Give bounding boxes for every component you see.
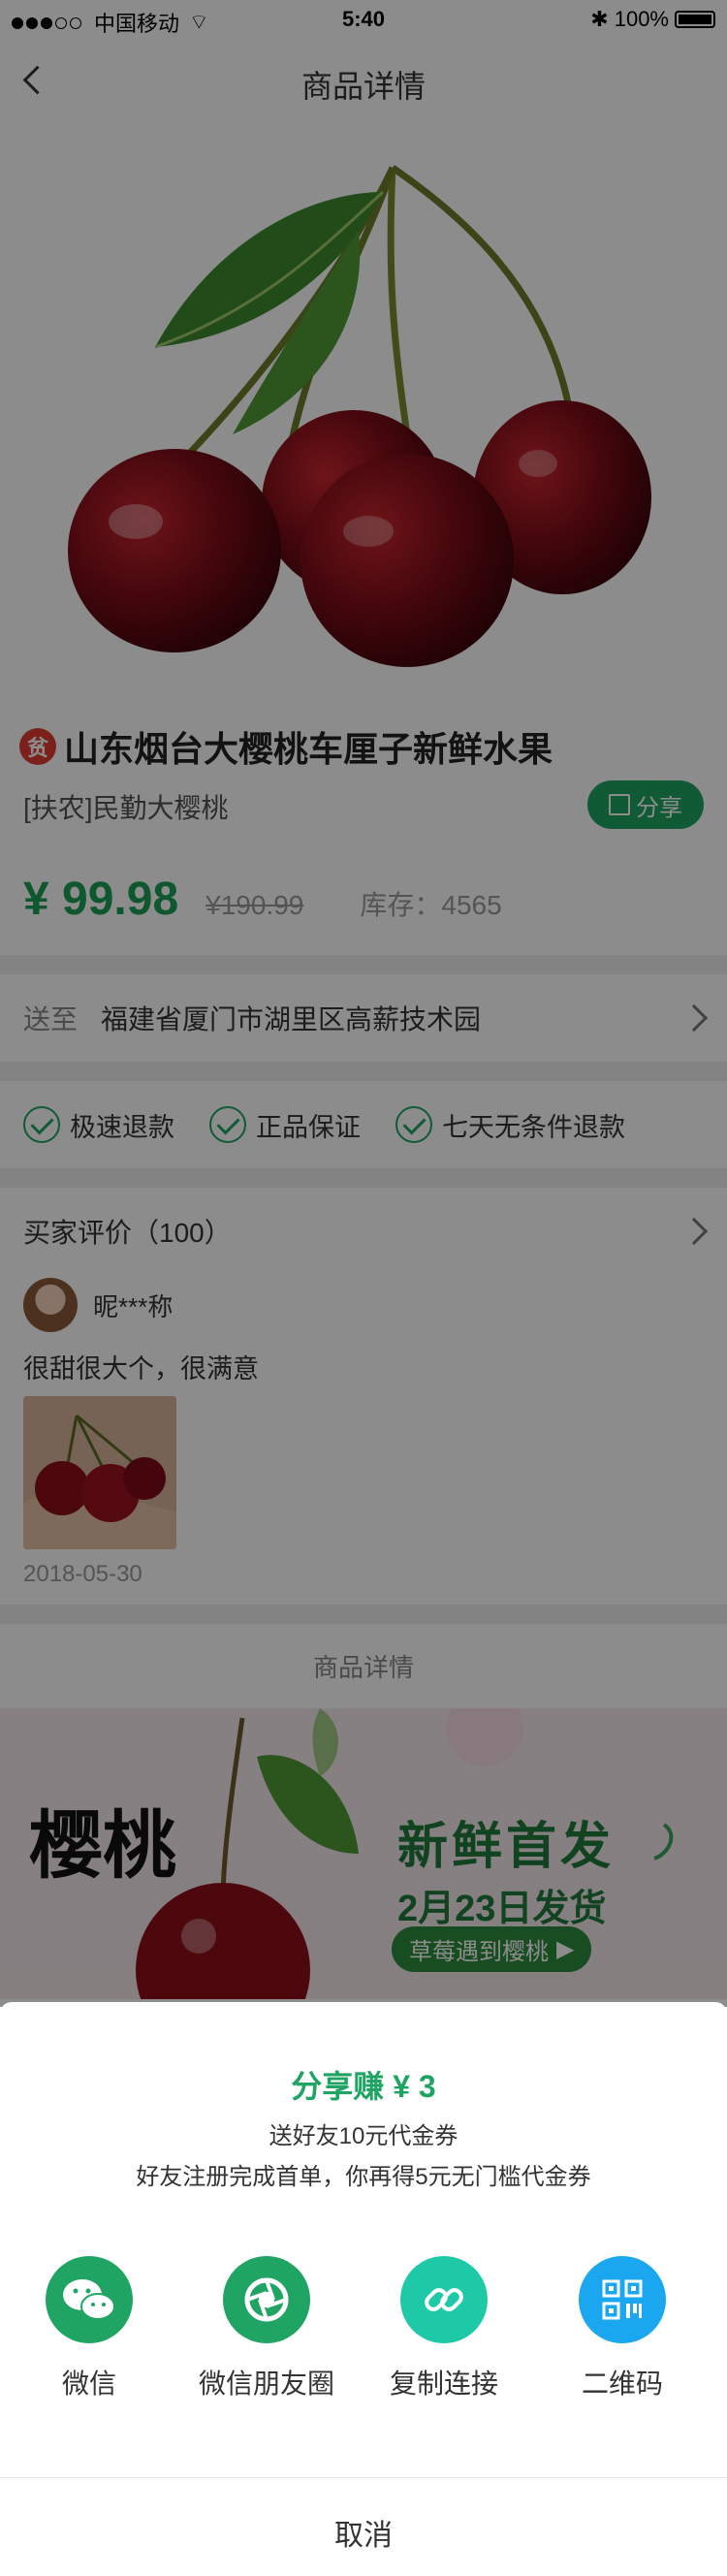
share-sheet-subtitle: 送好友10元代金券 [269, 2123, 458, 2149]
share-option-qrcode[interactable]: 二维码 [535, 2256, 710, 2401]
moments-icon [223, 2256, 310, 2343]
product-detail-page: 中国移动 ⌔ 5:40 ✱ 100% 商品详情 贫 山东烟台大樱桃车厘子新鲜水果… [0, 0, 727, 2576]
share-option-label: 复制连接 [389, 2369, 498, 2399]
share-sheet: 分享赚 ¥ 3 送好友10元代金券 好友注册完成首单，你再得5元无门槛代金券 微… [0, 2002, 727, 2576]
share-sheet-description: 好友注册完成首单，你再得5元无门槛代金券 [136, 2164, 591, 2190]
cancel-button[interactable]: 取消 [0, 2511, 727, 2554]
share-option-label: 微信朋友圈 [198, 2369, 334, 2399]
modal-overlay[interactable] [0, 0, 727, 2007]
share-option-wechat[interactable]: 微信 [2, 2256, 176, 2401]
divider [0, 2477, 727, 2478]
wechat-icon [46, 2256, 133, 2343]
share-sheet-title: 分享赚 ¥ 3 [291, 2069, 436, 2104]
share-options: 微信 微信朋友圈 复制连接 二维码 [0, 2256, 727, 2401]
share-option-moments[interactable]: 微信朋友圈 [179, 2256, 354, 2401]
qrcode-icon [579, 2256, 666, 2343]
share-option-label: 微信 [61, 2369, 116, 2399]
link-icon [400, 2256, 488, 2343]
share-option-copy-link[interactable]: 复制连接 [357, 2256, 531, 2401]
share-option-label: 二维码 [581, 2369, 663, 2399]
